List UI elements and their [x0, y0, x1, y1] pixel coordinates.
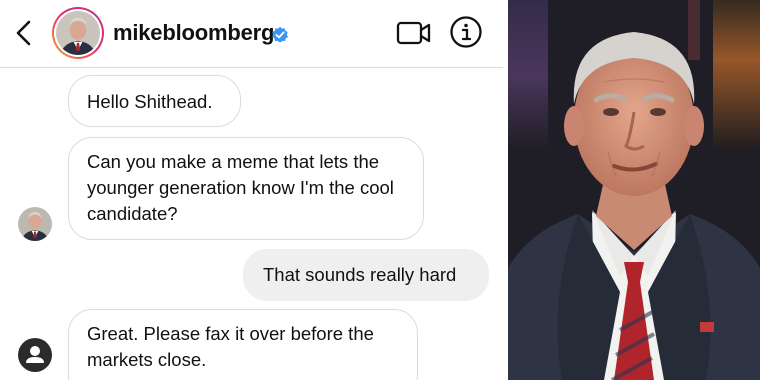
person-icon: [26, 346, 44, 363]
info-icon: [450, 16, 482, 48]
profile-avatar[interactable]: [52, 7, 104, 59]
back-button[interactable]: [10, 18, 38, 48]
info-button[interactable]: [449, 15, 483, 49]
profile-photo: [56, 11, 100, 55]
incoming-message[interactable]: Great. Please fax it over before the mar…: [68, 309, 418, 380]
sender-photo: [18, 207, 52, 241]
direct-message-screen: mikebloomberg Hello Shithead. Can you ma…: [0, 0, 503, 380]
outgoing-message[interactable]: That sounds really hard: [243, 249, 489, 301]
username[interactable]: mikebloomberg: [113, 20, 274, 46]
incoming-message[interactable]: Hello Shithead.: [68, 75, 241, 127]
portrait-photo: [508, 0, 760, 380]
sender-avatar[interactable]: [18, 207, 52, 241]
incoming-message[interactable]: Can you make a meme that lets the younge…: [68, 137, 424, 240]
video-camera-icon: [396, 21, 431, 45]
video-call-button[interactable]: [396, 20, 432, 46]
verified-badge-icon: [272, 26, 288, 43]
back-chevron-icon: [16, 20, 31, 46]
default-avatar[interactable]: [18, 338, 52, 372]
chat-header: mikebloomberg: [0, 0, 503, 68]
portrait-image: [508, 0, 760, 380]
